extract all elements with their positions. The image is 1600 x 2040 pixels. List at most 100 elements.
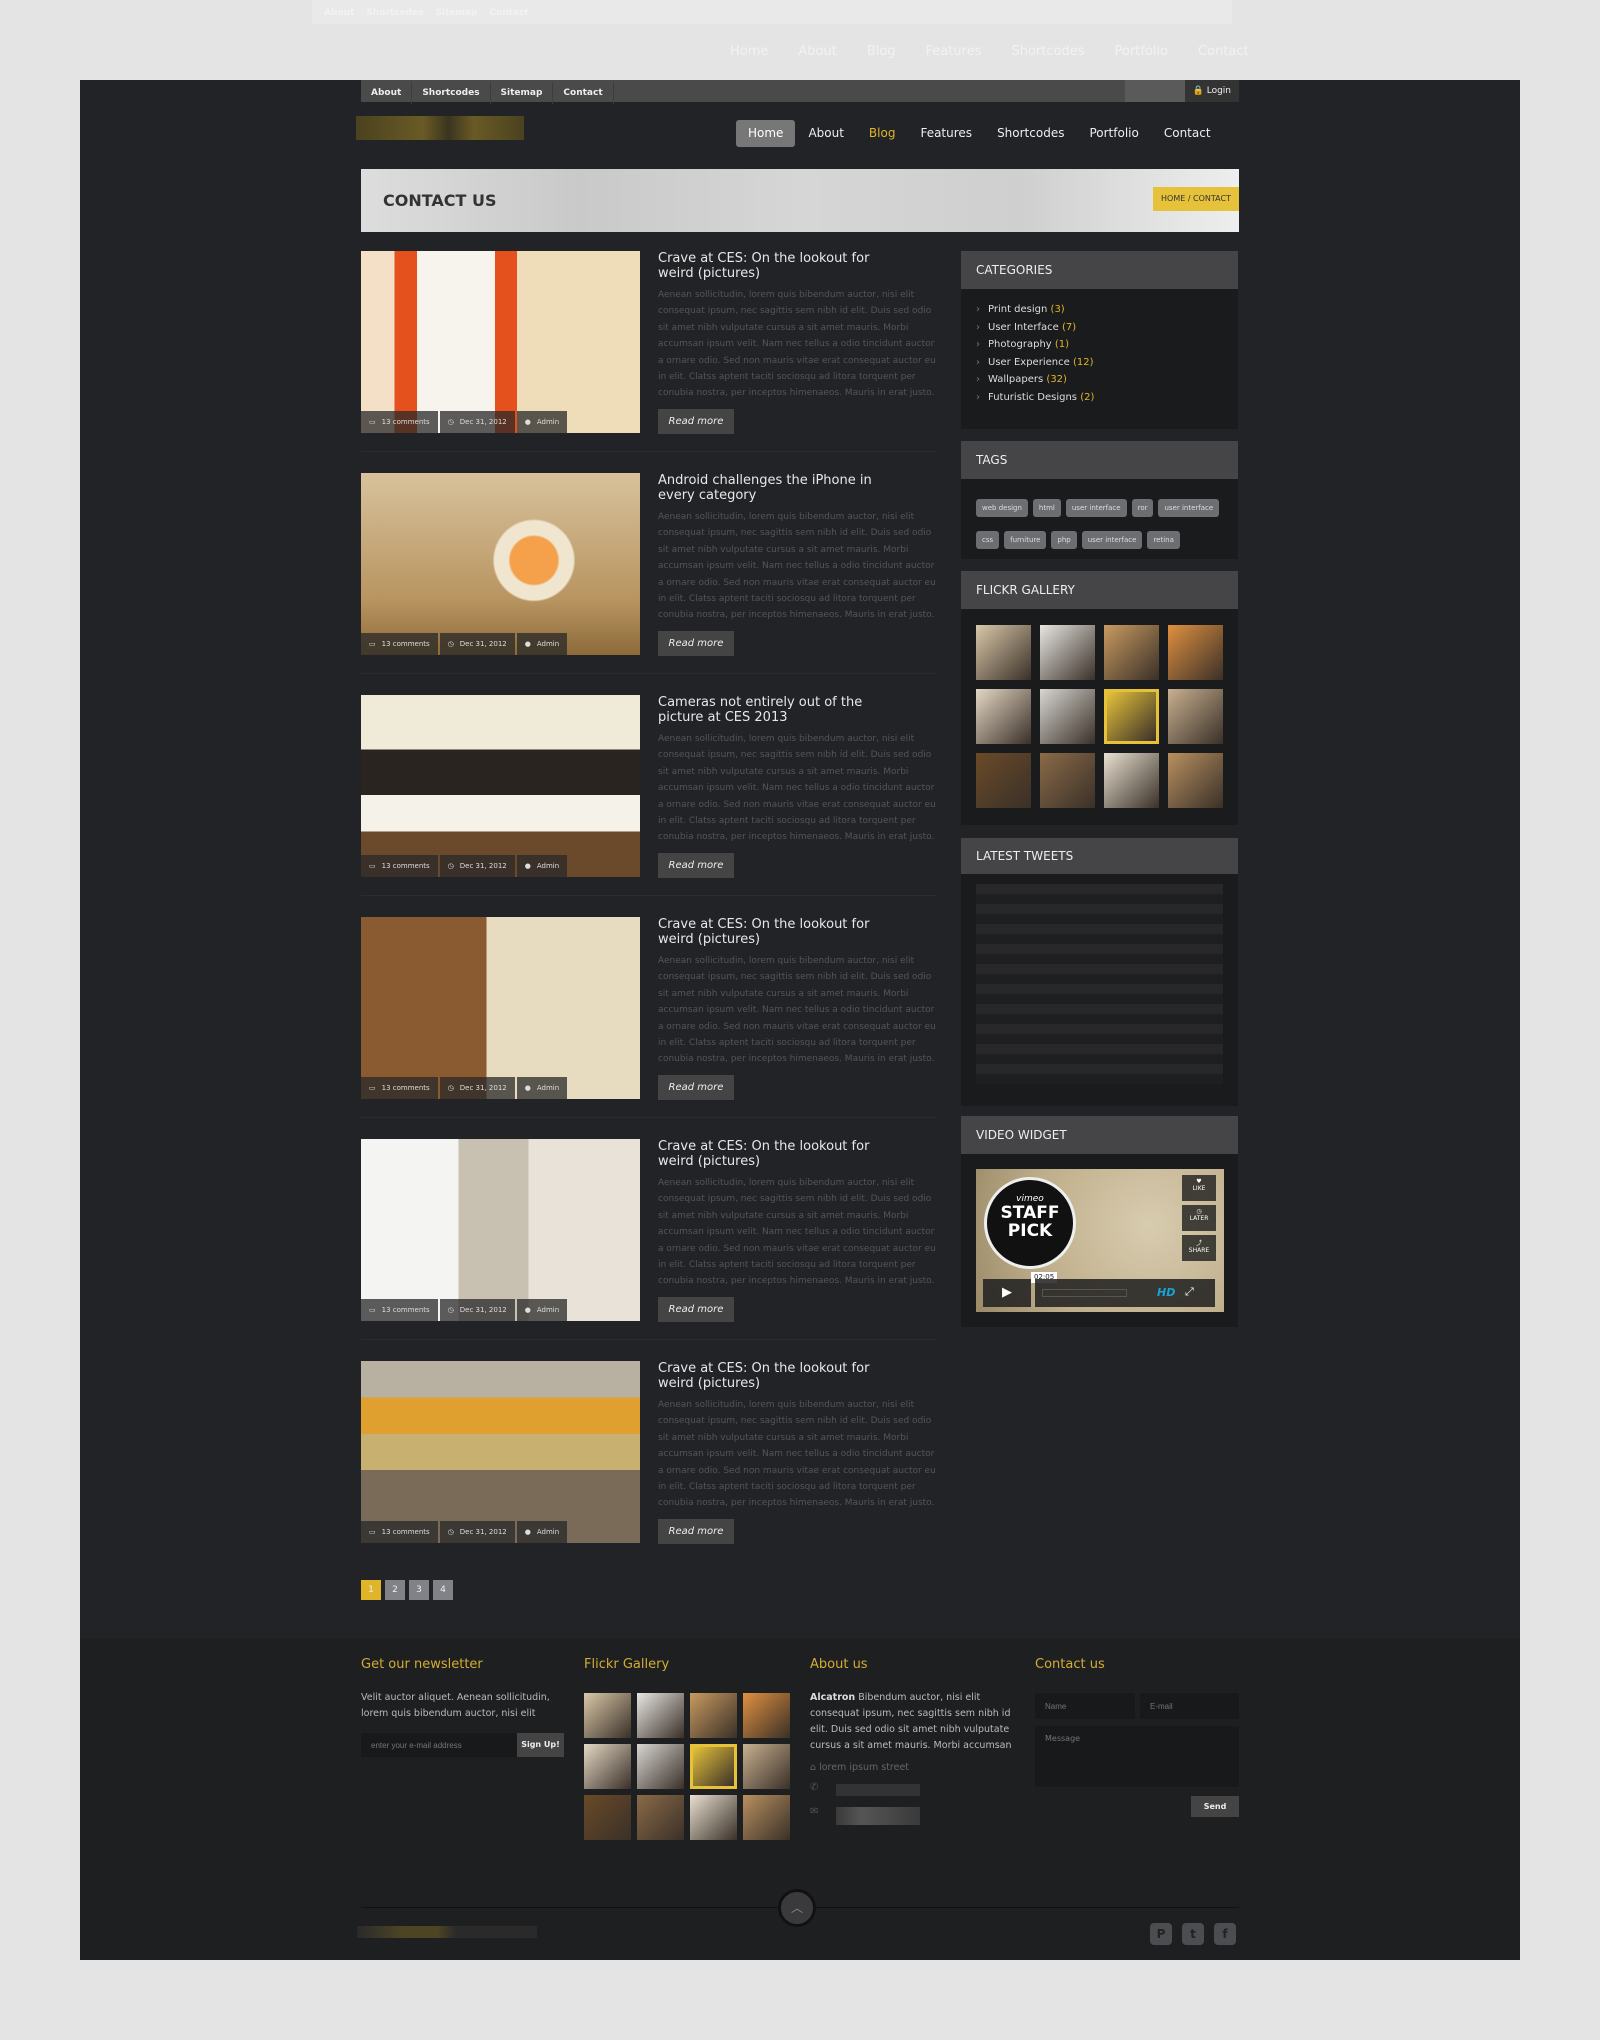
flickr-thumbnail[interactable] bbox=[1168, 753, 1223, 808]
signup-button[interactable]: Sign Up! bbox=[517, 1733, 564, 1757]
footer-flickr-thumbnail[interactable] bbox=[584, 1744, 631, 1789]
tag[interactable]: php bbox=[1051, 531, 1077, 549]
tag[interactable]: furniture bbox=[1004, 531, 1047, 549]
send-button[interactable]: Send bbox=[1191, 1796, 1239, 1817]
read-more-button[interactable]: Read more bbox=[658, 631, 734, 656]
post-title[interactable]: Crave at CES: On the lookout for weird (… bbox=[658, 251, 888, 281]
author-meta[interactable]: ● Admin bbox=[516, 411, 568, 433]
later-button[interactable]: ◷ LATER bbox=[1182, 1205, 1216, 1231]
post-image[interactable]: ▭ 13 comments ◷ Dec 31, 2012 ● Admin bbox=[361, 1361, 640, 1543]
read-more-button[interactable]: Read more bbox=[658, 1519, 734, 1544]
tag[interactable]: html bbox=[1032, 499, 1061, 517]
flickr-thumbnail[interactable] bbox=[1104, 753, 1159, 808]
footer-flickr-thumbnail[interactable] bbox=[743, 1795, 790, 1840]
comments-meta[interactable]: ▭ 13 comments bbox=[361, 855, 438, 877]
flickr-thumbnail[interactable] bbox=[1168, 689, 1223, 744]
category-item[interactable]: › Wallpapers (32) bbox=[976, 374, 1238, 385]
hd-label[interactable]: HD bbox=[1157, 1286, 1175, 1299]
flickr-thumbnail[interactable] bbox=[1104, 625, 1159, 680]
read-more-button[interactable]: Read more bbox=[658, 409, 734, 434]
topbar-link-about[interactable]: About bbox=[361, 82, 413, 104]
footer-flickr-thumbnail[interactable] bbox=[637, 1795, 684, 1840]
facebook-icon[interactable]: f bbox=[1214, 1923, 1236, 1945]
topbar-link-shortcodes[interactable]: Shortcodes bbox=[412, 82, 491, 104]
tag[interactable]: retina bbox=[1147, 531, 1180, 549]
page-1[interactable]: 1 bbox=[361, 1580, 381, 1600]
contact-name-input[interactable] bbox=[1035, 1693, 1135, 1719]
category-item[interactable]: › User Interface (7) bbox=[976, 322, 1238, 333]
nav-features[interactable]: Features bbox=[908, 120, 984, 147]
flickr-thumbnail[interactable] bbox=[976, 753, 1031, 808]
nav-shortcodes[interactable]: Shortcodes bbox=[985, 120, 1076, 147]
flickr-thumbnail[interactable] bbox=[1168, 625, 1223, 680]
video-player[interactable]: vimeo STAFF PICK ♥ LIKE ◷ LATER ⤴ SHARE ▶ 0… bbox=[976, 1169, 1224, 1312]
contact-email-input[interactable] bbox=[1140, 1693, 1239, 1719]
back-to-top-button[interactable]: ︿ bbox=[778, 1889, 816, 1927]
author-meta[interactable]: ● Admin bbox=[516, 633, 568, 655]
tag[interactable]: user interface bbox=[1081, 531, 1143, 549]
post-image[interactable]: ▭ 13 comments ◷ Dec 31, 2012 ● Admin bbox=[361, 695, 640, 877]
topbar-link-contact[interactable]: Contact bbox=[553, 82, 614, 104]
author-meta[interactable]: ● Admin bbox=[516, 855, 568, 877]
tag[interactable]: user interface bbox=[1065, 499, 1127, 517]
fullscreen-icon[interactable]: ⤢ bbox=[1185, 1285, 1194, 1299]
footer-flickr-thumbnail[interactable] bbox=[637, 1693, 684, 1738]
read-more-button[interactable]: Read more bbox=[658, 853, 734, 878]
category-item[interactable]: › User Experience (12) bbox=[976, 357, 1238, 368]
category-item[interactable]: › Photography (1) bbox=[976, 339, 1238, 350]
progress-bar[interactable] bbox=[1042, 1289, 1127, 1297]
comments-meta[interactable]: ▭ 13 comments bbox=[361, 633, 438, 655]
tag[interactable]: css bbox=[976, 531, 1000, 549]
flickr-thumbnail[interactable] bbox=[976, 689, 1031, 744]
post-title[interactable]: Crave at CES: On the lookout for weird (… bbox=[658, 917, 888, 947]
post-title[interactable]: Crave at CES: On the lookout for weird (… bbox=[658, 1139, 888, 1169]
like-button[interactable]: ♥ LIKE bbox=[1182, 1175, 1216, 1201]
tag[interactable]: user interface bbox=[1158, 499, 1220, 517]
page-2[interactable]: 2 bbox=[385, 1580, 405, 1600]
play-button[interactable]: ▶ bbox=[983, 1279, 1031, 1307]
post-image[interactable]: ▭ 13 comments ◷ Dec 31, 2012 ● Admin bbox=[361, 1139, 640, 1321]
post-title[interactable]: Crave at CES: On the lookout for weird (… bbox=[658, 1361, 888, 1391]
post-image[interactable]: ▭ 13 comments ◷ Dec 31, 2012 ● Admin bbox=[361, 917, 640, 1099]
footer-flickr-thumbnail[interactable] bbox=[637, 1744, 684, 1789]
topbar-link-sitemap[interactable]: Sitemap bbox=[491, 82, 554, 104]
footer-flickr-thumbnail[interactable] bbox=[584, 1693, 631, 1738]
footer-flickr-thumbnail[interactable] bbox=[690, 1795, 737, 1840]
footer-flickr-thumbnail[interactable] bbox=[690, 1744, 737, 1789]
comments-meta[interactable]: ▭ 13 comments bbox=[361, 1299, 438, 1321]
newsletter-email-input[interactable] bbox=[361, 1733, 517, 1757]
page-3[interactable]: 3 bbox=[409, 1580, 429, 1600]
post-image[interactable]: ▭ 13 comments ◷ Dec 31, 2012 ● Admin bbox=[361, 473, 640, 655]
post-title[interactable]: Android challenges the iPhone in every c… bbox=[658, 473, 888, 503]
flickr-thumbnail[interactable] bbox=[976, 625, 1031, 680]
category-item[interactable]: › Print design (3) bbox=[976, 304, 1238, 315]
tag[interactable]: web design bbox=[976, 499, 1028, 517]
post-image[interactable]: ▭ 13 comments ◷ Dec 31, 2012 ● Admin bbox=[361, 251, 640, 433]
flickr-thumbnail[interactable] bbox=[1104, 689, 1159, 744]
author-meta[interactable]: ● Admin bbox=[516, 1077, 568, 1099]
author-meta[interactable]: ● Admin bbox=[516, 1299, 568, 1321]
comments-meta[interactable]: ▭ 13 comments bbox=[361, 1521, 438, 1543]
twitter-icon[interactable]: t bbox=[1182, 1923, 1204, 1945]
footer-flickr-thumbnail[interactable] bbox=[743, 1744, 790, 1789]
contact-message-input[interactable] bbox=[1035, 1726, 1239, 1787]
login-button[interactable]: 🔒 Login bbox=[1184, 80, 1239, 102]
nav-contact[interactable]: Contact bbox=[1152, 120, 1223, 147]
post-title[interactable]: Cameras not entirely out of the picture … bbox=[658, 695, 888, 725]
author-meta[interactable]: ● Admin bbox=[516, 1521, 568, 1543]
page-4[interactable]: 4 bbox=[433, 1580, 453, 1600]
flickr-thumbnail[interactable] bbox=[1040, 753, 1095, 808]
footer-flickr-thumbnail[interactable] bbox=[584, 1795, 631, 1840]
pinterest-icon[interactable]: P bbox=[1150, 1923, 1172, 1945]
footer-flickr-thumbnail[interactable] bbox=[743, 1693, 790, 1738]
flickr-thumbnail[interactable] bbox=[1040, 689, 1095, 744]
category-item[interactable]: › Futuristic Designs (2) bbox=[976, 392, 1238, 403]
share-button[interactable]: ⤴ SHARE bbox=[1182, 1235, 1216, 1261]
read-more-button[interactable]: Read more bbox=[658, 1297, 734, 1322]
read-more-button[interactable]: Read more bbox=[658, 1075, 734, 1100]
nav-portfolio[interactable]: Portfolio bbox=[1077, 120, 1150, 147]
breadcrumb[interactable]: HOME / CONTACT bbox=[1153, 187, 1239, 211]
footer-flickr-thumbnail[interactable] bbox=[690, 1693, 737, 1738]
comments-meta[interactable]: ▭ 13 comments bbox=[361, 411, 438, 433]
nav-blog[interactable]: Blog bbox=[857, 120, 908, 147]
